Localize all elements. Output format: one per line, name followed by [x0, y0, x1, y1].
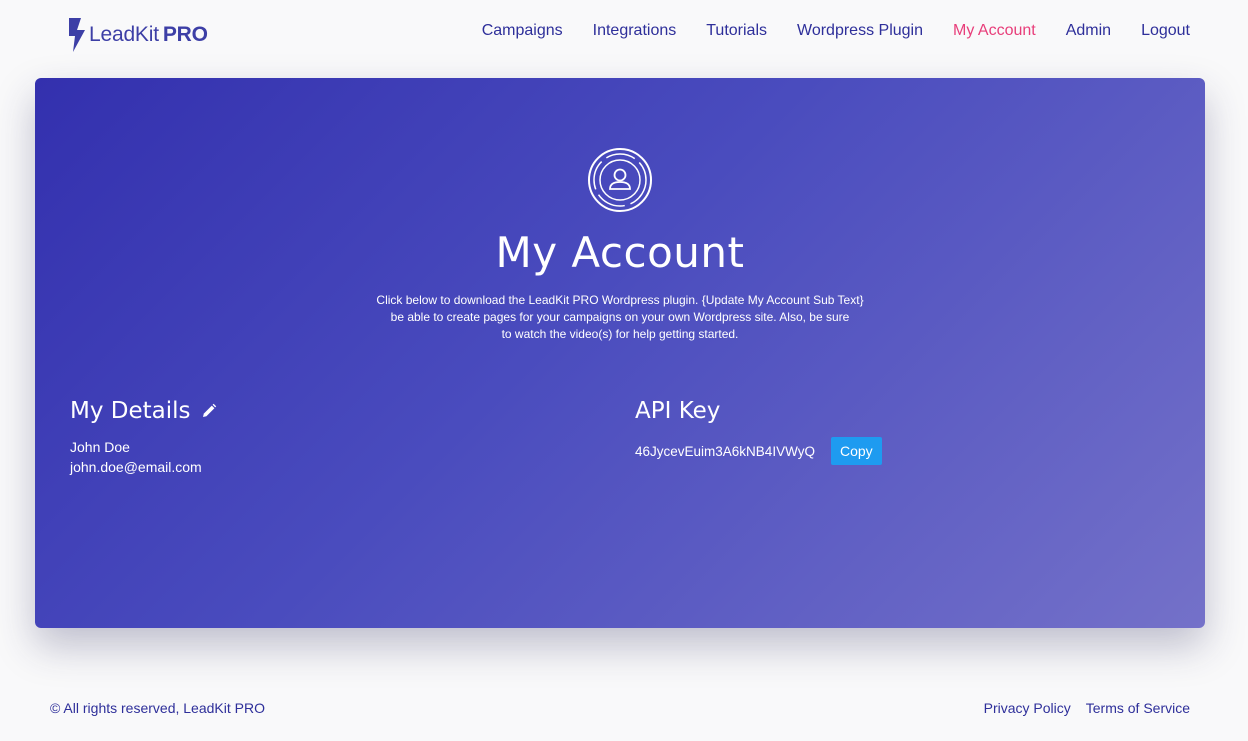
- api-key-value: 46JycevEuim3A6kNB4IVWyQ: [635, 443, 815, 459]
- subtext-line: to watch the video(s) for help getting s…: [501, 327, 739, 341]
- api-key-title: API Key: [635, 398, 721, 424]
- page-title: My Account: [495, 228, 745, 277]
- nav-campaigns[interactable]: Campaigns: [482, 22, 563, 40]
- privacy-policy-link[interactable]: Privacy Policy: [984, 700, 1071, 716]
- copyright: © All rights reserved, LeadKit PRO: [50, 700, 265, 716]
- nav-wordpress-plugin[interactable]: Wordpress Plugin: [797, 22, 923, 40]
- nav-logout[interactable]: Logout: [1141, 22, 1190, 40]
- nav-integrations[interactable]: Integrations: [593, 22, 677, 40]
- top-nav: Campaigns Integrations Tutorials Wordpre…: [482, 22, 1190, 40]
- terms-of-service-link[interactable]: Terms of Service: [1086, 700, 1190, 716]
- user-email: john.doe@email.com: [70, 459, 202, 475]
- user-circle-icon: [588, 148, 652, 212]
- my-details-section: My Details John Doe john.doe@email.com: [70, 398, 217, 477]
- nav-tutorials[interactable]: Tutorials: [706, 22, 767, 40]
- account-hero: My Account Click below to download the L…: [35, 78, 1205, 628]
- subtext-line: be able to create pages for your campaig…: [390, 310, 850, 324]
- nav-my-account[interactable]: My Account: [953, 22, 1036, 40]
- pencil-icon[interactable]: [201, 403, 217, 419]
- brand-name: LeadKit PRO: [89, 23, 208, 46]
- api-key-row: 46JycevEuim3A6kNB4IVWyQ Copy: [635, 437, 882, 465]
- nav-admin[interactable]: Admin: [1066, 22, 1111, 40]
- page-subtext: Click below to download the LeadKit PRO …: [320, 292, 920, 343]
- api-key-section: API Key 46JycevEuim3A6kNB4IVWyQ Copy: [635, 398, 882, 465]
- footer-links: Privacy Policy Terms of Service: [984, 700, 1190, 716]
- copy-button[interactable]: Copy: [830, 437, 882, 465]
- user-name: John Doe: [70, 439, 130, 455]
- brand-logo[interactable]: LeadKit PRO: [67, 16, 208, 54]
- lightning-bolt-icon: [69, 18, 85, 52]
- my-details-heading: My Details: [70, 398, 217, 424]
- my-details-title: My Details: [70, 398, 191, 424]
- subtext-line: Click below to download the LeadKit PRO …: [376, 293, 864, 307]
